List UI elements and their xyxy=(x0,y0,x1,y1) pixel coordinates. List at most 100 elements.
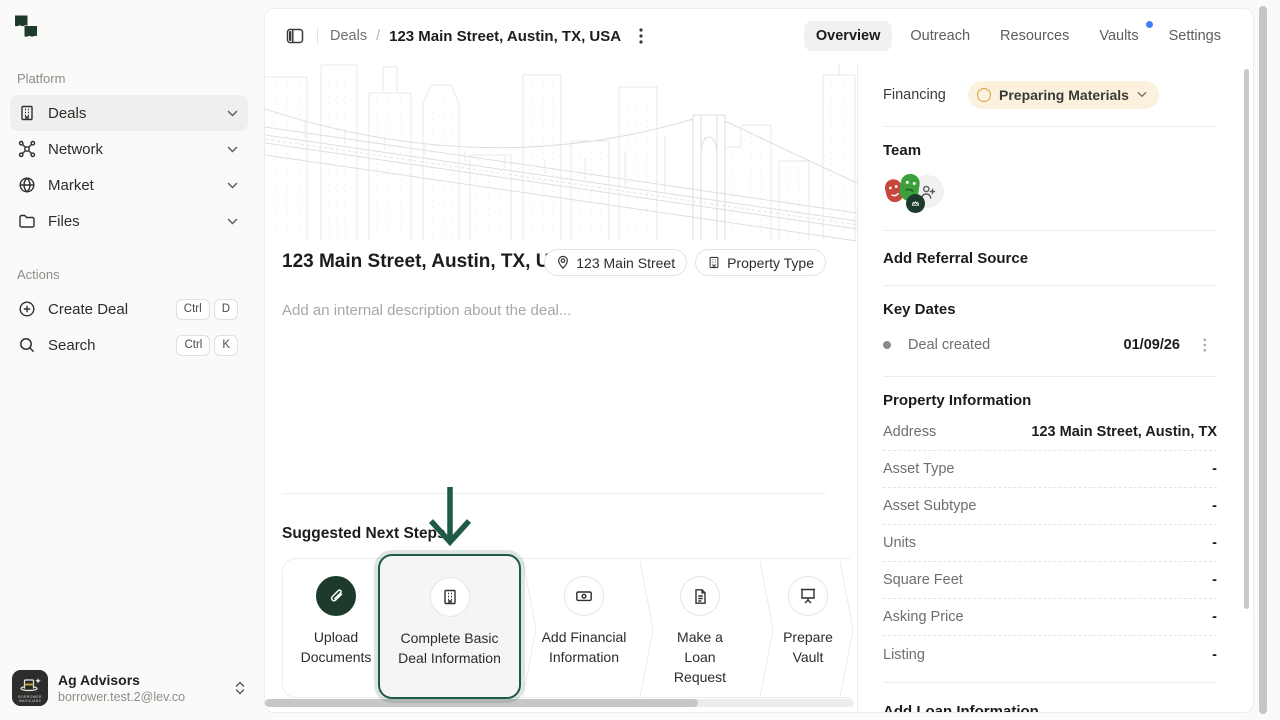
key-date-label: Deal created xyxy=(908,337,1124,353)
vaults-notification-dot xyxy=(1146,21,1153,28)
sidebar-section-platform: Platform Deals Network Market xyxy=(0,71,262,239)
property-row-units: Units - xyxy=(883,525,1217,562)
address-badge-label: 123 Main Street xyxy=(576,255,675,271)
breadcrumb-deals-link[interactable]: Deals xyxy=(330,28,367,44)
deal-badges: 123 Main Street Property Type xyxy=(544,249,826,276)
property-rows: Address 123 Main Street, Austin, TX Asse… xyxy=(883,414,1217,673)
sidebar-item-label: Network xyxy=(48,141,227,158)
key-date-row: Deal created 01/09/26 xyxy=(883,327,1217,363)
sidebar-item-files[interactable]: Files xyxy=(10,203,248,239)
horizontal-scrollbar-track[interactable] xyxy=(265,699,854,707)
section-divider xyxy=(282,493,826,494)
breadcrumb-current: 123 Main Street, Austin, TX, USA xyxy=(389,28,621,45)
tab-overview[interactable]: Overview xyxy=(804,21,893,51)
kbd-d: D xyxy=(214,299,238,320)
page-scrollbar-thumb[interactable] xyxy=(1259,6,1267,714)
sidebar-item-network[interactable]: Network xyxy=(10,131,248,167)
panel-scrollbar-thumb[interactable] xyxy=(1244,69,1249,609)
financing-status-dropdown[interactable]: Preparing Materials xyxy=(968,81,1159,109)
actions-section-label: Actions xyxy=(0,267,262,282)
topbar: Deals / 123 Main Street, Austin, TX, USA… xyxy=(265,9,1253,63)
add-referral-source-heading: Add Referral Source xyxy=(883,250,1028,267)
horizontal-scrollbar-thumb[interactable] xyxy=(265,699,698,707)
search-icon xyxy=(18,336,36,354)
tab-outreach[interactable]: Outreach xyxy=(898,21,982,51)
arrow-down-annotation xyxy=(425,487,475,557)
chevron-down-icon xyxy=(227,218,238,225)
sidebar-item-market[interactable]: Market xyxy=(10,167,248,203)
team-role-badge-icon xyxy=(906,194,925,213)
deal-title: 123 Main Street, Austin, TX, USA xyxy=(282,251,576,273)
presentation-icon xyxy=(788,576,828,616)
deal-page-card: Deals / 123 Main Street, Austin, TX, USA… xyxy=(264,8,1254,713)
map-pin-icon xyxy=(556,255,570,270)
sidebar-item-label: Files xyxy=(48,213,227,230)
step-upload-documents[interactable]: Upload Documents xyxy=(283,559,389,699)
sidebar-toggle-button[interactable] xyxy=(281,22,309,50)
address-badge[interactable]: 123 Main Street xyxy=(544,249,687,276)
lev-logo-icon[interactable] xyxy=(12,14,40,42)
financing-status-text: Preparing Materials xyxy=(999,87,1129,103)
deal-details-panel: Financing Preparing Materials Team xyxy=(857,63,1254,713)
deal-description-field[interactable]: Add an internal description about the de… xyxy=(282,302,571,319)
workspace-avatar-caption: BORROWER MAGICIANS xyxy=(12,696,48,703)
add-loan-information-button[interactable]: Add Loan Information xyxy=(883,683,1217,713)
sidebar-item-deals[interactable]: Deals xyxy=(10,95,248,131)
property-type-badge[interactable]: Property Type xyxy=(695,249,826,276)
deal-cover-image xyxy=(265,63,857,241)
create-deal-label: Create Deal xyxy=(48,301,176,318)
kbd-ctrl: Ctrl xyxy=(176,299,210,320)
workspace-avatar: BORROWER MAGICIANS xyxy=(12,670,48,706)
tab-settings[interactable]: Settings xyxy=(1157,21,1233,51)
bullet-icon xyxy=(883,341,891,349)
step-label: Complete Basic Deal Information xyxy=(395,628,505,668)
property-information-heading: Property Information xyxy=(883,392,1217,409)
chevron-down-icon xyxy=(1137,91,1147,98)
chevron-down-icon xyxy=(227,146,238,153)
property-information-section: Property Information Address 123 Main St… xyxy=(883,377,1217,683)
financing-section: Financing Preparing Materials xyxy=(883,63,1217,127)
breadcrumb-separator: / xyxy=(376,28,380,44)
search-label: Search xyxy=(48,337,176,354)
step-complete-basic-deal-information[interactable]: Complete Basic Deal Information xyxy=(378,554,521,699)
deal-main-column: 123 Main Street, Austin, TX, USA 123 Mai… xyxy=(265,63,857,713)
step-make-a-loan-request[interactable]: Make a Loan Request xyxy=(645,559,755,699)
team-avatars xyxy=(883,172,1217,214)
step-label: Add Financial Information xyxy=(538,627,630,667)
step-label: Make a Loan Request xyxy=(665,627,735,687)
platform-section-label: Platform xyxy=(0,71,262,86)
search-button[interactable]: Search Ctrl K xyxy=(10,327,248,363)
workspace-name: Ag Advisors xyxy=(58,672,234,689)
add-loan-information-heading: Add Loan Information xyxy=(883,703,1039,714)
plus-circle-icon xyxy=(18,300,36,318)
step-label: Upload Documents xyxy=(283,627,389,667)
folder-icon xyxy=(18,212,36,230)
sidebar-item-label: Market xyxy=(48,177,227,194)
property-row-asking-price: Asking Price - xyxy=(883,599,1217,636)
tab-vaults[interactable]: Vaults xyxy=(1087,21,1150,51)
building-icon xyxy=(707,255,721,270)
step-label: Prepare Vault xyxy=(773,627,843,667)
step-prepare-vault[interactable]: Prepare Vault xyxy=(765,559,851,699)
create-deal-button[interactable]: Create Deal Ctrl D xyxy=(10,291,248,327)
next-steps-heading: Suggested Next Steps xyxy=(282,525,446,543)
chevron-down-icon xyxy=(227,182,238,189)
add-referral-source-button[interactable]: Add Referral Source xyxy=(883,231,1217,286)
key-date-menu-button[interactable] xyxy=(1193,333,1217,357)
workspace-email: borrower.test.2@lev.co xyxy=(58,689,234,705)
tab-resources[interactable]: Resources xyxy=(988,21,1081,51)
property-row-asset-subtype: Asset Subtype - xyxy=(883,488,1217,525)
next-steps-strip: Upload Documents Complete Basic Deal Inf… xyxy=(282,558,850,698)
kbd-ctrl: Ctrl xyxy=(176,335,210,356)
team-heading: Team xyxy=(883,142,1217,159)
chevrons-up-down-icon xyxy=(234,681,246,695)
building-icon xyxy=(18,104,36,122)
deal-menu-button[interactable] xyxy=(627,22,655,50)
property-row-address: Address 123 Main Street, Austin, TX xyxy=(883,414,1217,451)
search-shortcut: Ctrl K xyxy=(176,335,238,356)
workspace-switcher[interactable]: BORROWER MAGICIANS Ag Advisors borrower.… xyxy=(8,664,254,712)
workspace-meta: Ag Advisors borrower.test.2@lev.co xyxy=(58,672,234,705)
step-add-financial-information[interactable]: Add Financial Information xyxy=(528,559,640,699)
key-date-value[interactable]: 01/09/26 xyxy=(1124,337,1180,353)
sidebar-item-label: Deals xyxy=(48,105,227,122)
